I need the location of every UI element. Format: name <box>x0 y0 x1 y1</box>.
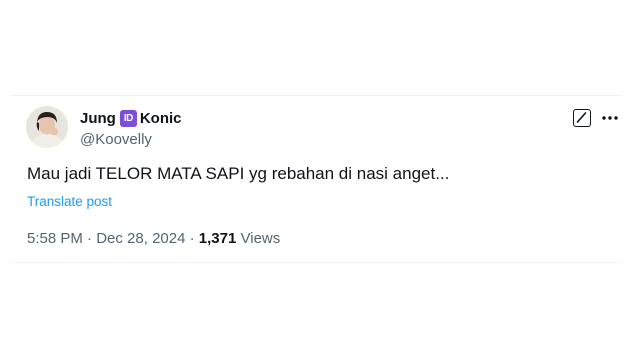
avatar[interactable] <box>26 106 68 148</box>
meta-separator: · <box>87 230 93 247</box>
tweet-date[interactable]: Dec 28, 2024 <box>96 230 185 247</box>
id-badge: ID <box>119 109 137 127</box>
meta-separator-2: · <box>189 230 195 247</box>
display-name-last[interactable]: Konic <box>140 110 182 127</box>
user-handle[interactable]: @Koovelly <box>80 131 182 148</box>
display-name-first[interactable]: Jung <box>80 110 116 127</box>
tweet-text: Mau jadi TELOR MATA SAPI yg rebahan di n… <box>27 164 450 183</box>
grok-icon <box>576 112 587 123</box>
tweet-card[interactable]: Jung ID Konic @Koovelly Mau jadi TELOR M… <box>10 95 622 263</box>
tweet-time[interactable]: 5:58 PM <box>27 230 83 247</box>
more-options-button[interactable] <box>600 108 620 128</box>
tweet-meta: 5:58 PM · Dec 28, 2024 · 1,371 Views <box>27 230 280 247</box>
more-horizontal-icon <box>602 116 618 120</box>
display-name[interactable]: Jung ID Konic <box>80 108 182 128</box>
views-label[interactable]: Views <box>241 230 281 247</box>
author-info: Jung ID Konic @Koovelly <box>80 108 182 148</box>
translate-post-link[interactable]: Translate post <box>27 194 112 209</box>
avatar-image <box>26 106 68 148</box>
grok-button[interactable] <box>573 109 591 127</box>
views-count[interactable]: 1,371 <box>199 230 237 247</box>
